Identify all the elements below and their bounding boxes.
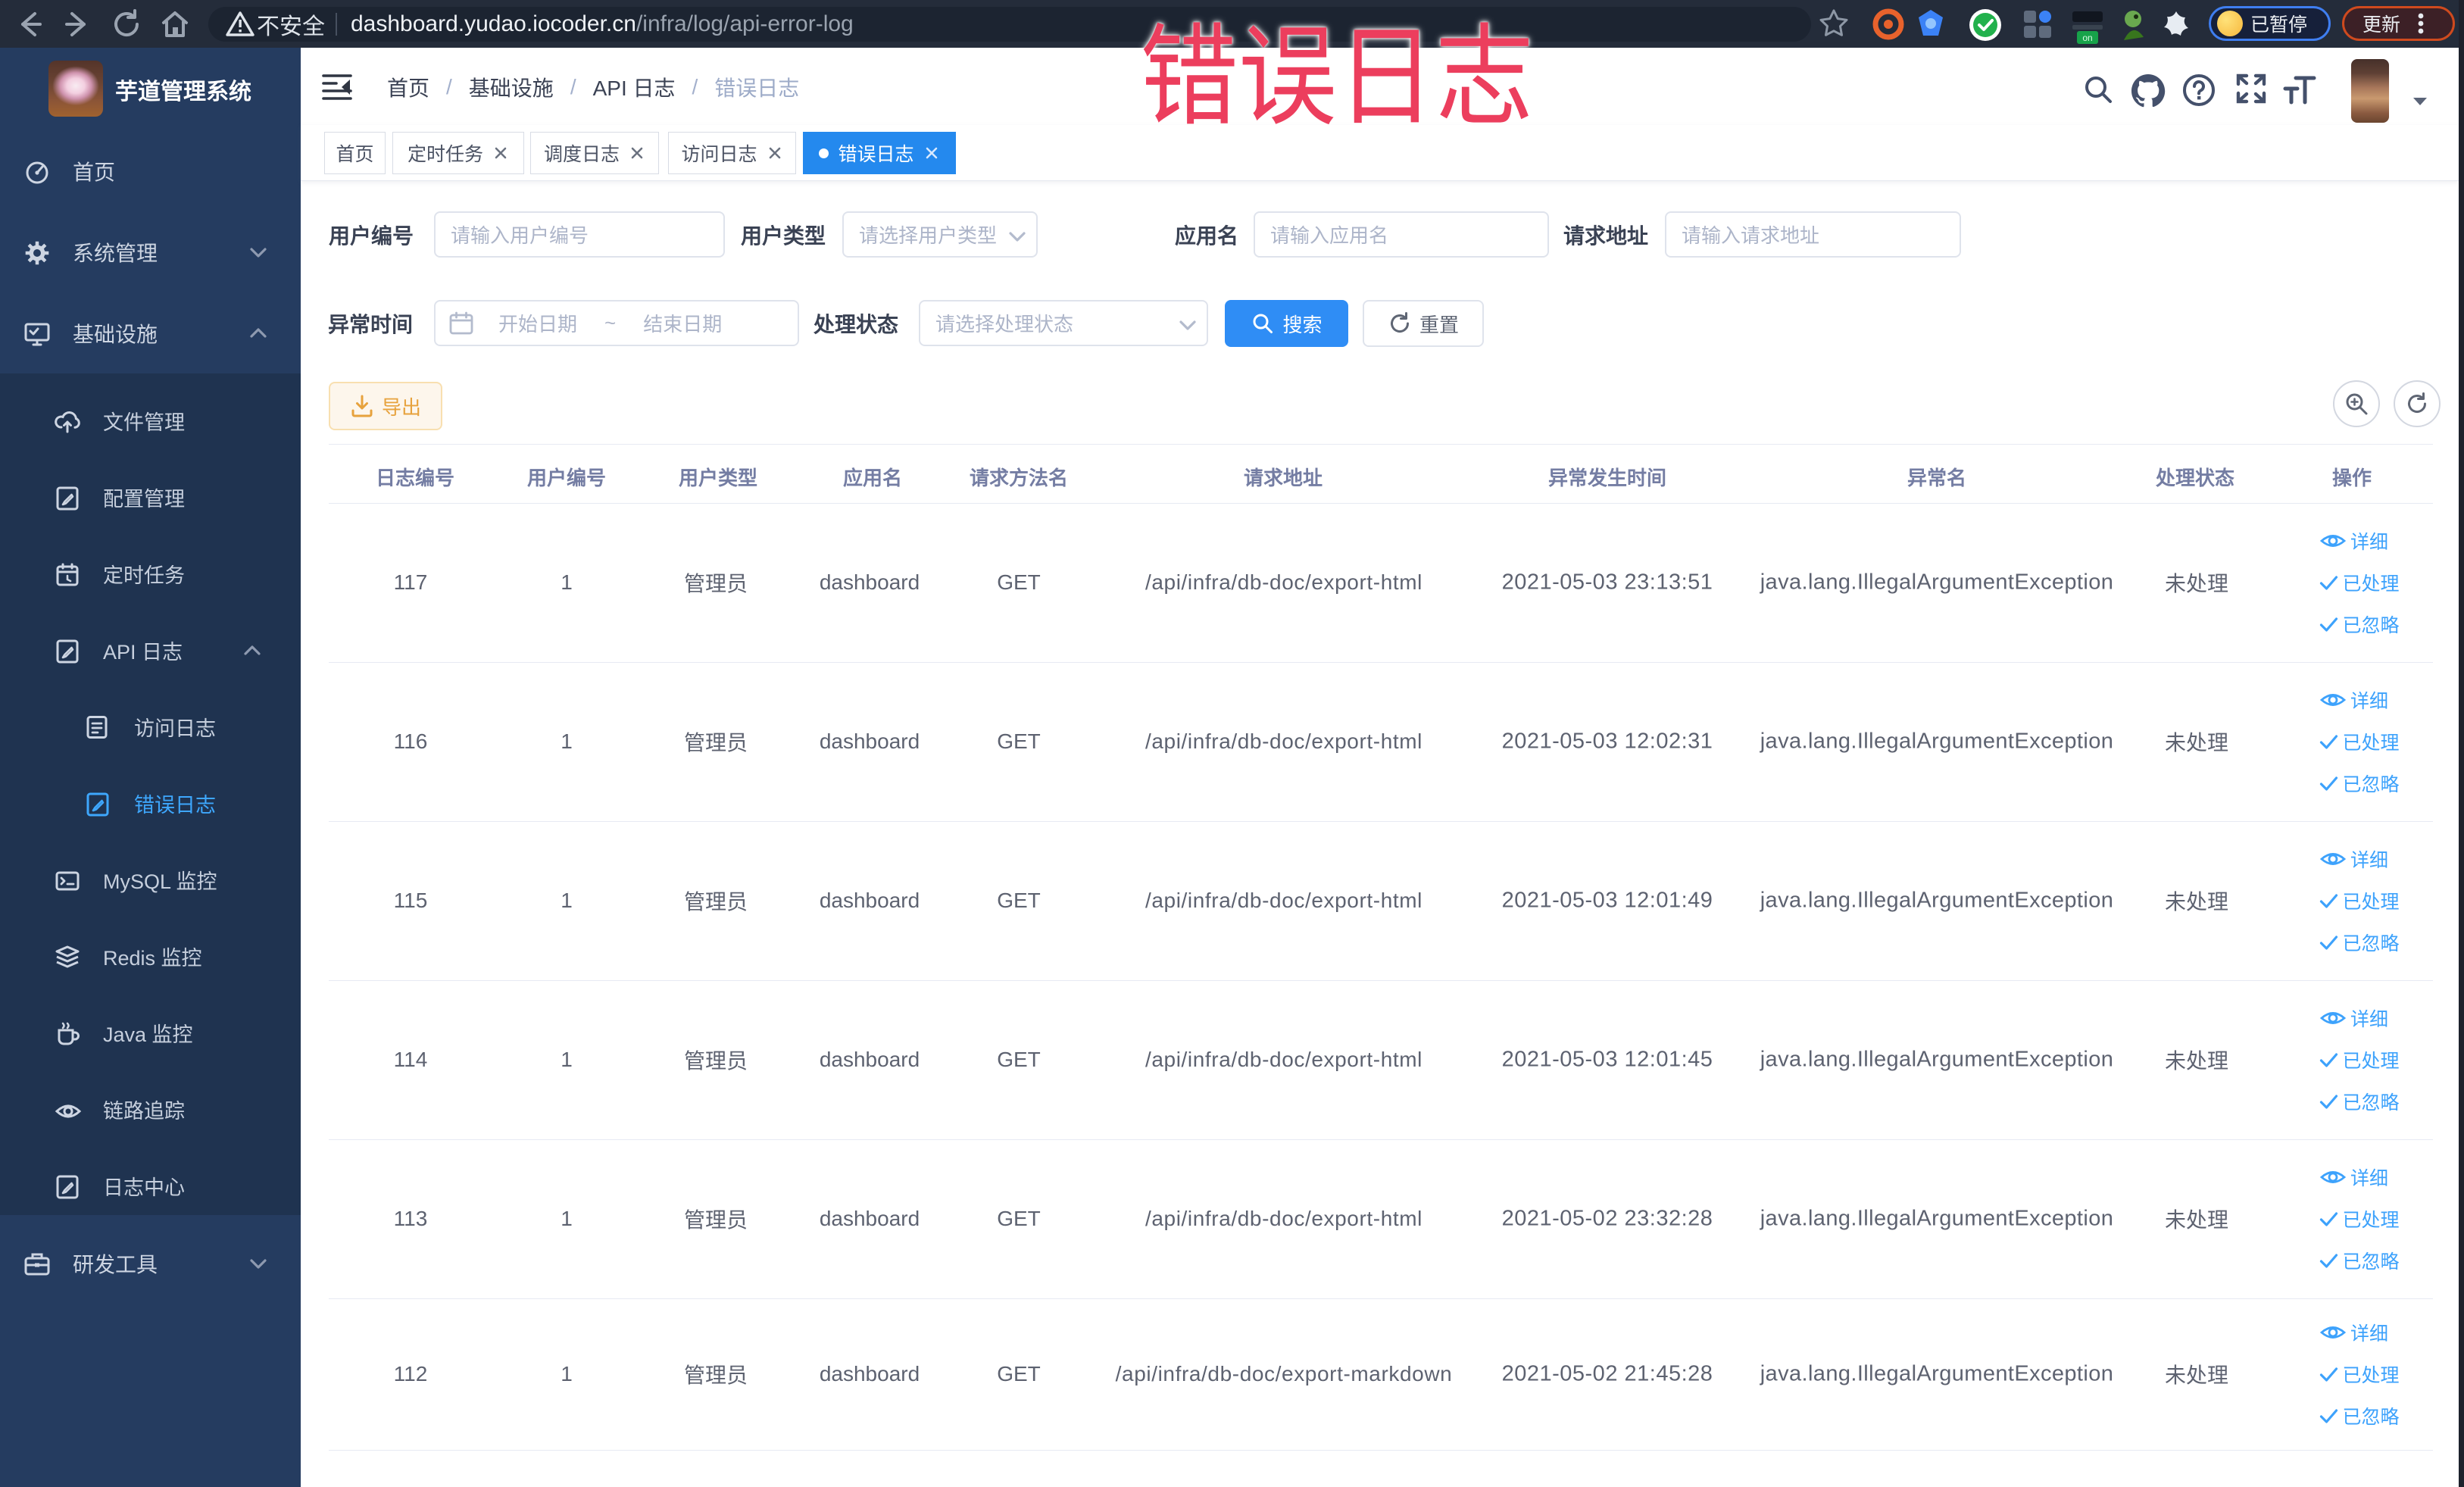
svg-text:on: on	[2082, 33, 2092, 43]
